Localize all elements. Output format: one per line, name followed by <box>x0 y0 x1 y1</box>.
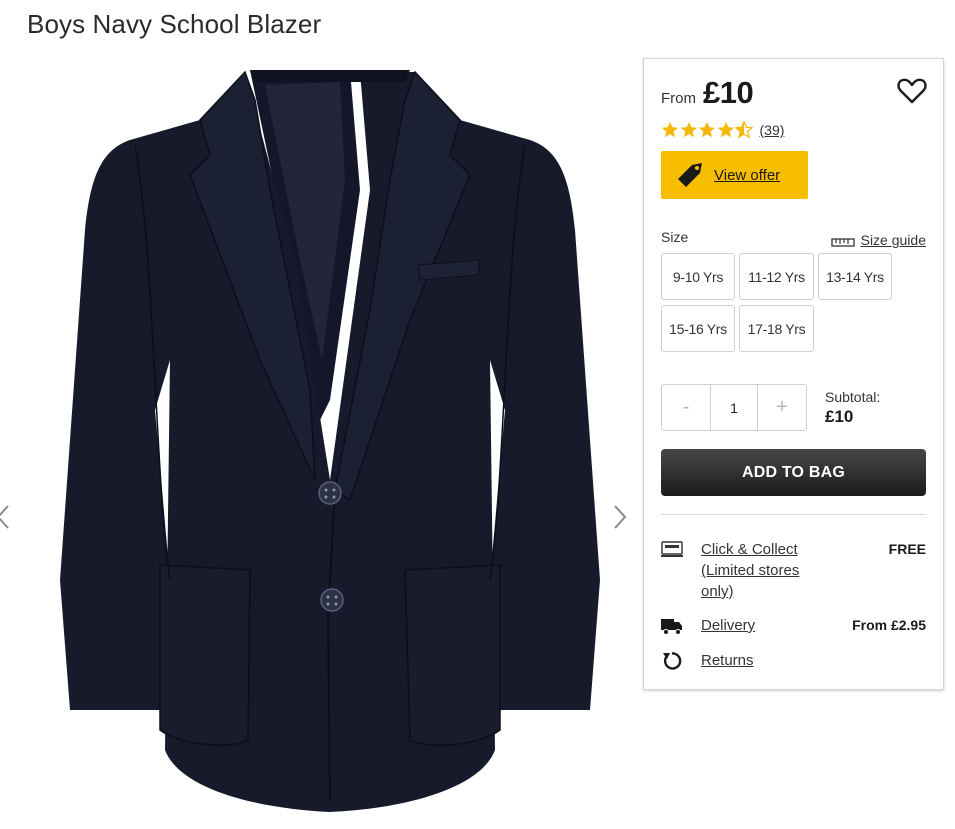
delivery-price: From £2.95 <box>852 617 926 633</box>
size-label: Size <box>661 229 689 245</box>
star-icon <box>661 121 679 138</box>
size-option[interactable]: 17-18 Yrs <box>739 305 814 352</box>
product-gallery <box>0 60 640 829</box>
size-guide-label: Size guide <box>860 232 926 248</box>
delivery-row: Delivery From £2.95 <box>661 615 926 637</box>
size-option[interactable]: 15-16 Yrs <box>661 305 735 352</box>
click-collect-row: Click & Collect (Limited stores only) FR… <box>661 539 926 602</box>
size-option[interactable]: 9-10 Yrs <box>661 253 735 300</box>
size-option[interactable]: 11-12 Yrs <box>739 253 814 300</box>
divider <box>661 514 926 515</box>
star-icon <box>698 121 716 138</box>
star-icon <box>717 121 734 138</box>
subtotal-value: £10 <box>825 407 854 426</box>
add-to-bag-button[interactable]: ADD TO BAG <box>661 449 926 496</box>
delivery-truck-icon <box>661 619 682 635</box>
price-value: £10 <box>703 75 754 110</box>
decrease-quantity-button[interactable]: - <box>662 385 710 430</box>
price-prefix: From <box>661 90 696 107</box>
subtotal: Subtotal: £10 <box>825 389 880 427</box>
quantity-stepper: - 1 + <box>661 384 807 431</box>
click-collect-price: FREE <box>888 541 926 557</box>
star-icon <box>680 121 697 138</box>
size-options: 9-10 Yrs 11-12 Yrs 13-14 Yrs 15-16 Yrs 1… <box>661 253 896 352</box>
review-count-link[interactable]: (39) <box>760 122 785 138</box>
purchase-panel: From £10 (39) View offer Size Size guide… <box>643 58 944 690</box>
returns-icon <box>663 652 682 670</box>
star-rating: (39) <box>661 121 784 139</box>
size-guide-link[interactable]: Size guide <box>830 232 926 248</box>
chevron-right-icon[interactable] <box>609 500 629 534</box>
product-image <box>60 70 600 812</box>
view-offer-label: View offer <box>714 166 781 184</box>
ruler-icon <box>830 237 855 247</box>
price: From £10 <box>661 75 754 111</box>
click-collect-icon <box>661 541 683 557</box>
half-star-icon <box>735 121 753 139</box>
size-option[interactable]: 13-14 Yrs <box>818 253 892 300</box>
click-collect-link[interactable]: Click & Collect (Limited stores only) <box>701 539 811 602</box>
increase-quantity-button[interactable]: + <box>758 385 806 430</box>
subtotal-label: Subtotal: <box>825 389 881 405</box>
page-title: Boys Navy School Blazer <box>27 9 322 39</box>
returns-link[interactable]: Returns <box>701 650 811 672</box>
view-offer-button[interactable]: View offer <box>661 151 808 199</box>
tag-icon <box>678 163 702 187</box>
heart-icon[interactable] <box>897 77 927 105</box>
chevron-left-icon[interactable] <box>0 500 14 534</box>
delivery-link[interactable]: Delivery <box>701 615 811 637</box>
returns-row: Returns <box>661 650 926 672</box>
quantity-input[interactable]: 1 <box>710 385 758 430</box>
